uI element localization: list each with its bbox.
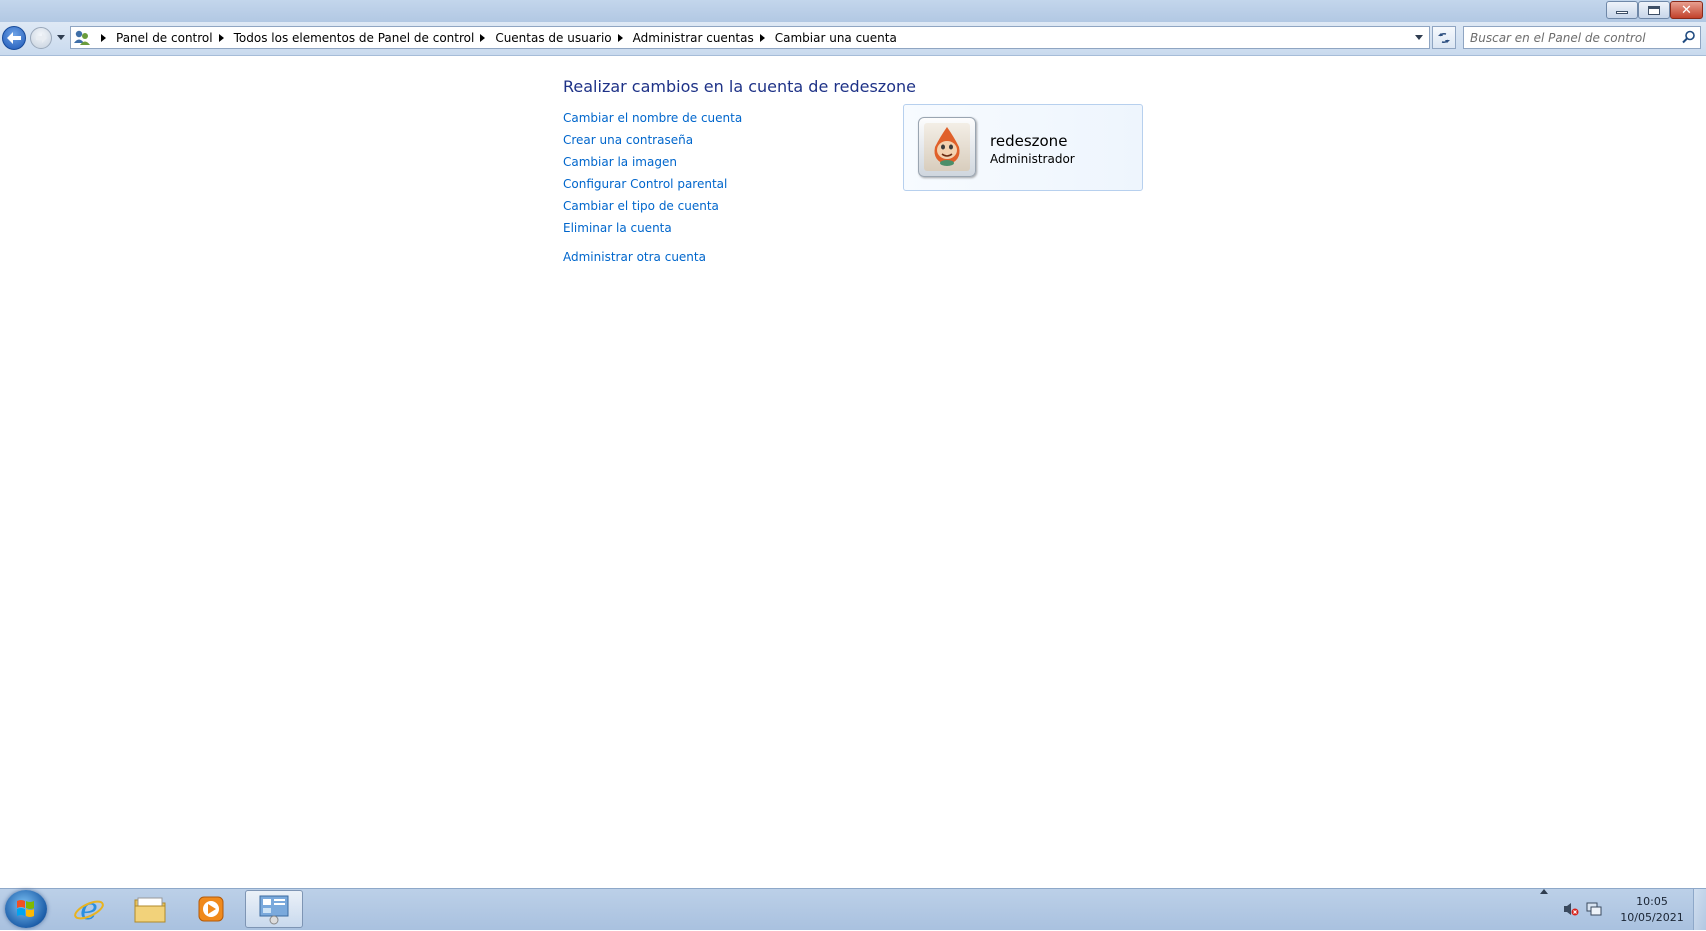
refresh-icon: [1438, 32, 1450, 43]
create-password-link[interactable]: Crear una contraseña: [563, 133, 693, 147]
notification-area: [1540, 889, 1602, 930]
search-box[interactable]: [1463, 26, 1701, 49]
navigation-bar: Panel de control Todos los elementos de …: [0, 22, 1706, 56]
recent-pages-dropdown[interactable]: [57, 35, 65, 40]
internet-explorer-taskbar-button[interactable]: e: [60, 890, 118, 928]
page-title: Realizar cambios en la cuenta de redeszo…: [563, 77, 916, 96]
minimize-button[interactable]: [1606, 1, 1638, 19]
breadcrumb-item[interactable]: Cuentas de usuario: [495, 31, 611, 45]
windows-explorer-icon: [134, 897, 166, 923]
back-button[interactable]: [2, 26, 26, 50]
parental-controls-link[interactable]: Configurar Control parental: [563, 177, 727, 191]
refresh-button[interactable]: [1432, 26, 1456, 49]
account-type: Administrador: [990, 152, 1075, 166]
close-button[interactable]: ✕: [1670, 1, 1703, 19]
back-arrow-icon: [7, 32, 21, 44]
windows-explorer-taskbar-button[interactable]: [121, 890, 179, 928]
delete-account-link[interactable]: Eliminar la cuenta: [563, 221, 672, 235]
show-hidden-icons-button[interactable]: [1540, 889, 1548, 894]
control-panel-taskbar-button[interactable]: [245, 890, 303, 928]
search-icon[interactable]: [1682, 30, 1696, 44]
address-history-dropdown[interactable]: [1415, 35, 1423, 40]
forward-button[interactable]: [30, 27, 52, 49]
close-icon: ✕: [1681, 2, 1692, 18]
breadcrumb-separator-icon[interactable]: [101, 33, 106, 42]
forward-arrow-icon: [36, 33, 47, 43]
svg-text:e: e: [80, 892, 98, 926]
manage-another-account-link[interactable]: Administrar otra cuenta: [563, 250, 706, 264]
restore-button[interactable]: [1638, 1, 1670, 19]
address-bar[interactable]: Panel de control Todos los elementos de …: [70, 26, 1430, 49]
system-clock[interactable]: 10:05 10/05/2021: [1607, 894, 1697, 926]
breadcrumb-item[interactable]: Panel de control: [116, 31, 213, 45]
internet-explorer-icon: e: [74, 892, 104, 926]
volume-muted-icon[interactable]: [1563, 901, 1579, 917]
user-accounts-icon: [74, 30, 90, 45]
breadcrumb-separator-icon[interactable]: [218, 33, 224, 42]
control-panel-icon: [259, 895, 289, 925]
breadcrumb-item[interactable]: Todos los elementos de Panel de control: [234, 31, 475, 45]
breadcrumb-separator-icon[interactable]: [480, 33, 486, 42]
start-button[interactable]: [5, 890, 47, 928]
breadcrumb: Panel de control Todos los elementos de …: [95, 27, 897, 48]
taskbar: e 10:05 10/05/2021: [0, 888, 1706, 930]
change-account-name-link[interactable]: Cambiar el nombre de cuenta: [563, 111, 742, 125]
network-icon[interactable]: [1586, 901, 1602, 917]
avatar: [918, 117, 976, 177]
media-player-taskbar-button[interactable]: [182, 890, 240, 928]
breadcrumb-separator-icon[interactable]: [759, 33, 765, 42]
account-name: redeszone: [990, 132, 1068, 150]
user-picture: [924, 123, 970, 171]
window-title-bar[interactable]: ✕: [0, 0, 1706, 23]
restore-icon: [1648, 5, 1660, 15]
minimize-icon: [1616, 11, 1628, 14]
change-account-type-link[interactable]: Cambiar el tipo de cuenta: [563, 199, 719, 213]
user-picture-image: [934, 127, 960, 166]
clock-time: 10:05: [1636, 895, 1668, 908]
breadcrumb-item[interactable]: Administrar cuentas: [633, 31, 754, 45]
show-desktop-button[interactable]: [1693, 889, 1706, 930]
account-card: redeszone Administrador: [903, 104, 1143, 191]
clock-date: 10/05/2021: [1620, 911, 1684, 924]
breadcrumb-item-current[interactable]: Cambiar una cuenta: [775, 31, 897, 45]
breadcrumb-separator-icon[interactable]: [617, 33, 623, 42]
change-picture-link[interactable]: Cambiar la imagen: [563, 155, 677, 169]
media-player-icon: [198, 896, 224, 922]
search-input[interactable]: [1470, 27, 1670, 48]
windows-logo-icon: [17, 900, 34, 917]
